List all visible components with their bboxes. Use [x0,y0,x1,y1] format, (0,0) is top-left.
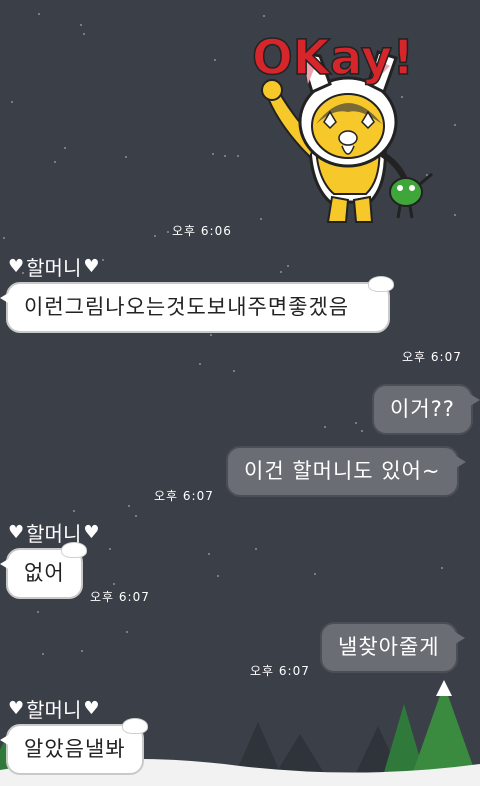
incoming-message-bubble[interactable]: 이런그림나오는것도보내주면좋겠음 [0,276,394,333]
snowflake-dot [280,271,282,273]
sender-name: ♥ 할머니 ♥ [8,694,99,723]
timestamp: 오후 6:07 [402,350,462,364]
sender-name: ♥ 할머니 ♥ [8,252,99,281]
message-text: 이건 할머니도 있어~ [244,459,441,483]
heart-icon: ♥ [83,522,100,543]
snowflake-dot [113,583,115,585]
sender-name-label: 할머니 [26,256,82,280]
timestamp: 오후 6:07 [90,590,150,604]
snowflake-dot [83,33,85,35]
incoming-message-bubble[interactable]: 알았음낼봐 [0,718,148,775]
snowflake-dot [255,548,257,550]
snowflake-dot [73,510,75,512]
snowflake-dot [212,153,214,155]
ryan-okay-sticker-image: OKay! [251,29,433,223]
message-text: 이거?? [390,397,455,421]
snowflake-dot [314,573,316,575]
outgoing-message-bubble[interactable]: 이거?? [372,384,480,435]
okay-text: OKay! [252,30,414,86]
snowflake-dot [287,265,289,267]
snowflake-dot [199,363,201,365]
outgoing-message-bubble[interactable]: 이건 할머니도 있어~ [226,446,466,497]
snowcap-decoration [368,276,394,292]
snowflake-dot [81,650,83,652]
heart-icon: ♥ [8,698,25,719]
snowflake-dot [102,259,104,261]
outgoing-message-bubble[interactable]: 낼찾아줄게 [320,622,465,673]
snowflake-dot [42,653,44,655]
snowflake-dot [224,155,226,157]
heart-icon: ♥ [8,256,25,277]
snowcap-decoration [121,718,148,734]
snowcap-decoration [60,542,87,558]
snowflake-dot [441,567,443,569]
snowflake-dot [135,515,137,517]
message-text: 알았음낼봐 [24,737,126,761]
snowflake-dot [54,161,56,163]
message-text: 이런그림나오는것도보내주면좋겠음 [24,295,350,319]
timestamp: 오후 6:06 [172,224,232,238]
snowflake-dot [11,101,13,103]
snowflake-dot [126,631,128,633]
snowflake-dot [237,155,239,157]
snowflake-dot [109,548,111,550]
snowflake-dot [355,422,357,424]
snowflake-dot [128,505,130,507]
snowflake-dot [454,214,456,216]
heart-icon: ♥ [83,698,100,719]
snowflake-dot [38,13,40,15]
sender-name: ♥ 할머니 ♥ [8,518,99,547]
snowflake-dot [210,334,212,336]
snowflake-dot [3,237,5,239]
heart-icon: ♥ [83,256,100,277]
okay-sticker: OKay! [250,12,450,227]
sender-name-label: 할머니 [26,698,82,722]
snowflake-dot [454,124,456,126]
snowflake-dot [324,426,326,428]
snowflake-dot [217,575,219,577]
message-text: 낼찾아줄게 [338,635,440,659]
snowflake-dot [154,235,156,237]
heart-icon: ♥ [8,522,25,543]
snowflake-dot [214,59,216,61]
incoming-message-bubble[interactable]: 없어 [0,542,87,599]
snowflake-dot [64,147,66,149]
timestamp: 오후 6:07 [154,489,214,503]
message-text: 없어 [24,561,65,585]
snowflake-dot [125,156,127,158]
snowflake-dot [233,370,235,372]
snowflake-dot [208,553,210,555]
snowflake-dot [37,611,39,613]
snowflake-dot [167,231,169,233]
snowflake-dot [80,24,82,26]
snowflake-dot [361,430,363,432]
